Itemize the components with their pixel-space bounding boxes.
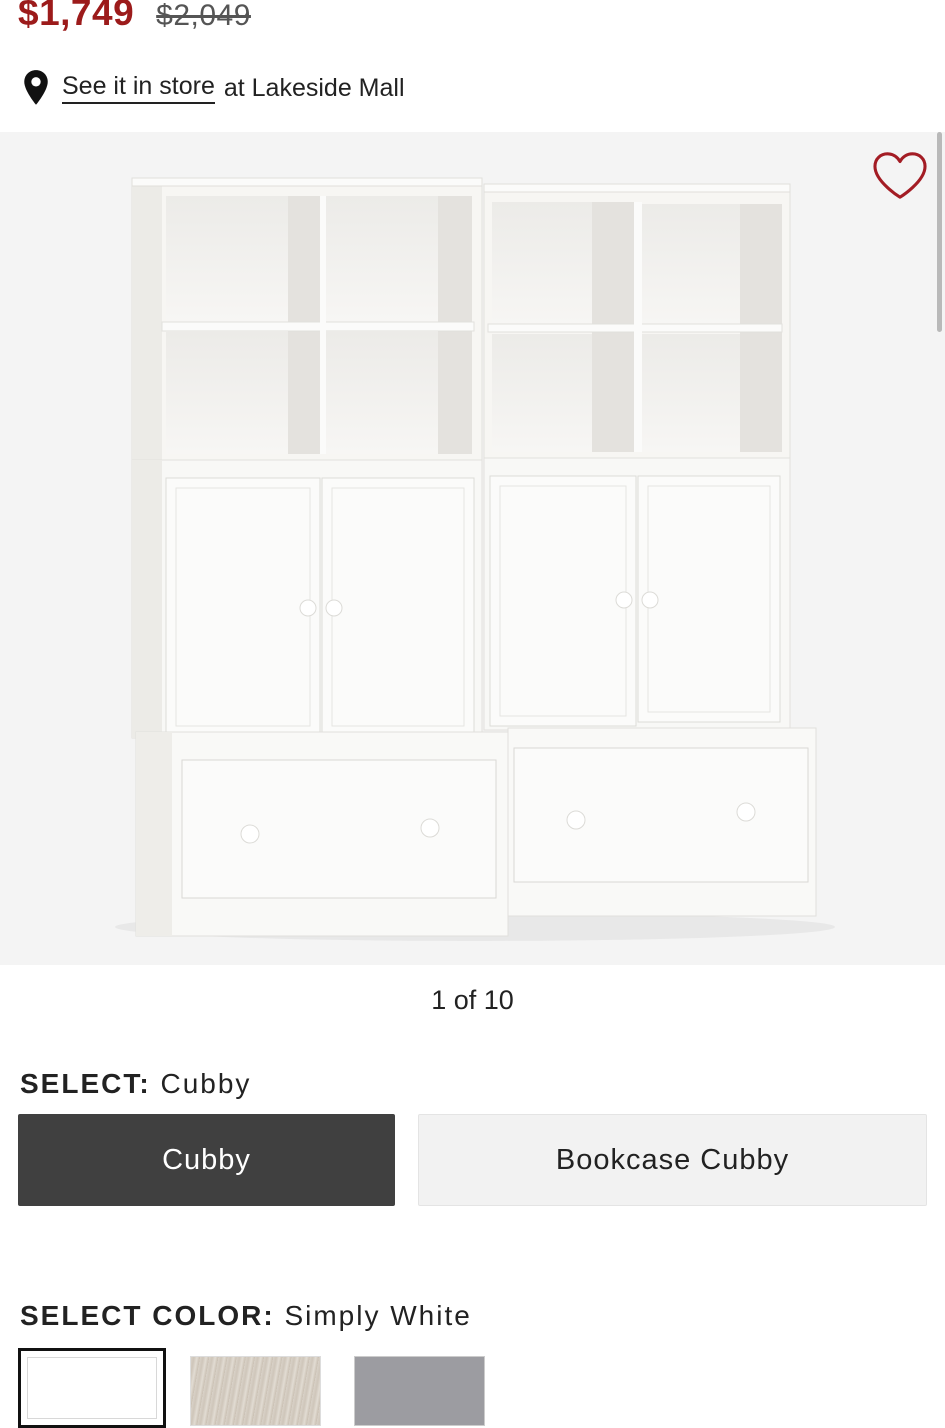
color-swatch-simply-white[interactable] [18,1348,166,1428]
product-image-gallery[interactable] [0,132,945,965]
original-price: $2,049 [156,0,251,32]
color-swatch-wood[interactable] [190,1356,321,1426]
color-label-title: SELECT COLOR: [20,1300,275,1331]
location-pin-icon [24,70,48,105]
product-image [115,177,835,941]
store-location: at Lakeside Mall [223,73,405,102]
image-counter: 1 of 10 [431,985,514,1015]
sale-price: $1,749 [18,0,135,33]
color-swatch-gray[interactable] [354,1356,485,1426]
configuration-selected-value: Cubby [160,1068,252,1099]
option-bookcase-cubby-button[interactable]: Bookcase Cubby [418,1114,927,1206]
heart-icon[interactable] [871,150,929,202]
option-cubby-button[interactable]: Cubby [18,1114,395,1206]
configuration-label-title: SELECT: [20,1068,151,1099]
color-label: SELECT COLOR: Simply White [20,1300,472,1332]
color-selected-value: Simply White [284,1300,472,1331]
scrollbar[interactable] [937,132,942,332]
price-row: $1,749 $2,049 [18,0,251,42]
swatch-fill [27,1357,157,1419]
see-in-store-link[interactable]: See it in store [62,72,215,104]
store-availability: See it in store at Lakeside Mall [22,68,405,108]
configuration-label: SELECT: Cubby [20,1068,251,1100]
